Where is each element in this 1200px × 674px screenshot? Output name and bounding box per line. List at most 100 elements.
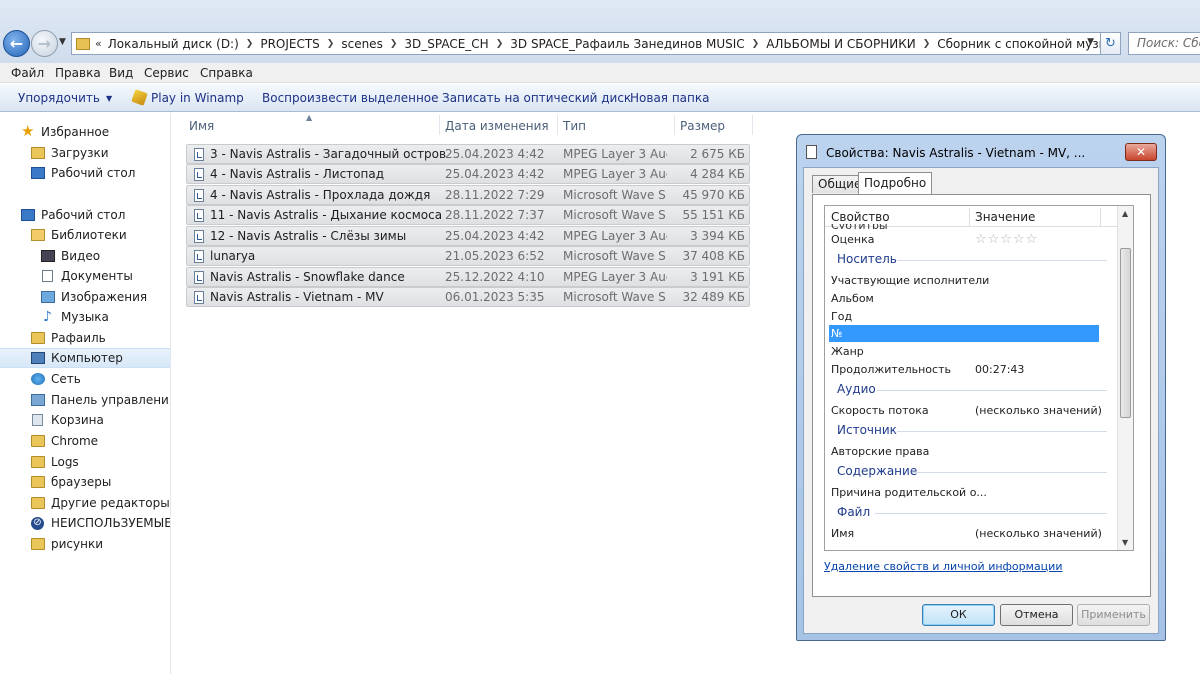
chevron-right-icon[interactable]: ❯ (923, 39, 931, 49)
property-row-rating[interactable]: Оценка ☆☆☆☆☆ (825, 231, 1119, 248)
nav-documents[interactable]: Документы (0, 266, 170, 286)
nav-libraries[interactable]: Библиотеки (0, 225, 170, 245)
breadcrumb-3d-space-ch[interactable]: 3D_SPACE_CH (404, 37, 488, 51)
property-row-copyright[interactable]: Авторские права (825, 443, 1119, 460)
property-row-year[interactable]: Год (825, 308, 1119, 325)
chevron-right-icon[interactable]: ❯ (327, 39, 335, 49)
chevron-right-icon[interactable]: ❯ (752, 39, 760, 49)
cancel-button[interactable]: Отмена (1000, 604, 1073, 626)
command-bar: Упорядочить ▼ Play in Winamp Воспроизвест… (0, 84, 1200, 112)
nav-desktop[interactable]: Рабочий стол (0, 205, 170, 225)
nav-recycle-bin[interactable]: Корзина (0, 410, 170, 430)
burn-disc-button[interactable]: Записать на оптический диск (442, 91, 631, 105)
back-button[interactable]: ← (3, 30, 30, 57)
address-dropdown-icon[interactable]: ▼ (1087, 37, 1094, 47)
column-value[interactable]: Значение (975, 210, 1035, 224)
nav-computer[interactable]: Компьютер (0, 348, 170, 368)
apply-button[interactable]: Применить (1077, 604, 1150, 626)
nav-browsers[interactable]: браузеры (0, 472, 170, 492)
column-name[interactable]: Имя (189, 119, 214, 133)
column-divider[interactable] (439, 115, 440, 135)
nav-video[interactable]: Видео (0, 246, 170, 266)
property-row-genre[interactable]: Жанр (825, 343, 1119, 360)
menu-tools[interactable]: Сервис (144, 66, 189, 80)
file-row[interactable]: Navis Astralis - Vietnam - MV 06.01.2023 … (186, 287, 750, 307)
play-selected-button[interactable]: Воспроизвести выделенное (262, 91, 439, 105)
breadcrumb-albums[interactable]: АЛЬБОМЫ И СБОРНИКИ (766, 37, 915, 51)
search-input[interactable]: Поиск: Сборн (1128, 32, 1200, 55)
arrow-left-icon: ← (9, 34, 24, 53)
nav-network[interactable]: Сеть (0, 369, 170, 389)
nav-downloads[interactable]: Загрузки (0, 143, 170, 163)
forward-button[interactable]: → (31, 30, 58, 57)
column-size[interactable]: Размер (680, 119, 725, 133)
scrollbar-thumb[interactable] (1120, 248, 1131, 418)
menu-help[interactable]: Справка (200, 66, 253, 80)
column-divider[interactable] (557, 115, 558, 135)
file-row[interactable]: 11 - Navis Astralis - Дыхание космоса 28.… (186, 205, 750, 225)
rating-stars[interactable]: ☆☆☆☆☆ (975, 231, 1038, 248)
file-row[interactable]: 4 - Navis Astralis - Листопад 25.04.2023 … (186, 164, 750, 184)
nav-favorites[interactable]: ★ Избранное (0, 122, 170, 142)
column-divider[interactable] (1100, 208, 1101, 226)
tab-details[interactable]: Подробно (858, 172, 933, 195)
recent-pages-dropdown[interactable]: ▼ (59, 37, 66, 47)
ok-button[interactable]: ОК (922, 604, 995, 626)
column-type[interactable]: Тип (563, 119, 586, 133)
property-row-parental-rating-reason[interactable]: Причина родительской о... (825, 484, 1119, 501)
breadcrumb-drive[interactable]: Локальный диск (D:) (108, 37, 239, 51)
column-date[interactable]: Дата изменения (445, 119, 549, 133)
property-row-album[interactable]: Альбом (825, 290, 1119, 307)
menu-view[interactable]: Вид (109, 66, 133, 80)
nav-chrome[interactable]: Chrome (0, 431, 170, 451)
file-row[interactable]: 3 - Navis Astralis - Загадочный остров 25… (186, 144, 750, 164)
breadcrumb-current-folder[interactable]: Сборник с спокойной музыкой (937, 37, 1100, 51)
nav-logs[interactable]: Logs (0, 452, 170, 472)
breadcrumb-projects[interactable]: PROJECTS (260, 37, 319, 51)
nav-label: Рабочий стол (51, 166, 136, 180)
nav-other-editors[interactable]: Другие редакторы гра (0, 493, 170, 513)
nav-images[interactable]: Изображения (0, 287, 170, 307)
property-row-bitrate[interactable]: Скорость потока (несколько значений) (825, 402, 1119, 419)
menu-file[interactable]: Файл (11, 66, 44, 80)
property-row-artists[interactable]: Участвующие исполнители (825, 272, 1119, 289)
nav-control-panel[interactable]: Панель управления (0, 390, 170, 410)
chevron-right-icon[interactable]: ❯ (496, 39, 504, 49)
play-in-winamp-button[interactable]: Play in Winamp (131, 89, 244, 106)
property-row-track-number[interactable]: № (829, 325, 1099, 342)
file-name: 4 - Navis Astralis - Листопад (210, 167, 385, 181)
nav-label: Изображения (61, 290, 148, 304)
close-button[interactable]: ✕ (1125, 143, 1157, 161)
breadcrumb-scenes[interactable]: scenes (341, 37, 382, 51)
column-divider[interactable] (752, 115, 753, 135)
new-folder-button[interactable]: Новая папка (630, 91, 709, 105)
column-divider[interactable] (674, 115, 675, 135)
property-row-filename[interactable]: Имя (несколько значений) (825, 525, 1119, 542)
refresh-button[interactable]: ↻ (1101, 32, 1121, 55)
chevron-right-icon[interactable]: ❯ (390, 39, 398, 49)
property-row-duration[interactable]: Продолжительность 00:27:43 (825, 361, 1119, 378)
file-row[interactable]: Navis Astralis - Snowflake dance 25.12.20… (186, 267, 750, 287)
chevron-right-icon[interactable]: ❯ (246, 39, 254, 49)
column-divider[interactable] (969, 208, 970, 226)
file-name: 4 - Navis Astralis - Прохлада дождя (210, 188, 431, 202)
breadcrumb-3d-space-music[interactable]: 3D SPACE_Рафаиль Занединов MUSIC (510, 37, 744, 51)
scroll-up-icon[interactable]: ▲ (1122, 209, 1128, 218)
breadcrumb-overflow[interactable]: « (95, 37, 102, 50)
file-row[interactable]: 4 - Navis Astralis - Прохлада дождя 28.11… (186, 185, 750, 205)
file-row[interactable]: lunarya 21.05.2023 6:52 Microsoft Wave S..… (186, 246, 750, 266)
nav-label: НЕИСПОЛЬЗУЕМЫЕ ЯР. (51, 516, 171, 530)
nav-drawings[interactable]: рисунки (0, 534, 170, 554)
nav-unused[interactable]: ⊘ НЕИСПОЛЬЗУЕМЫЕ ЯР. (0, 513, 171, 533)
nav-desktop-favorite[interactable]: Рабочий стол (0, 163, 170, 183)
file-row[interactable]: 12 - Navis Astralis - Слёзы зимы 25.04.20… (186, 226, 750, 246)
menu-edit[interactable]: Правка (55, 66, 101, 80)
organize-button[interactable]: Упорядочить ▼ (18, 91, 112, 105)
column-property[interactable]: Свойство (831, 210, 890, 224)
nav-rafail[interactable]: Рафаиль (0, 328, 170, 348)
scroll-down-icon[interactable]: ▼ (1122, 538, 1128, 547)
nav-music[interactable]: ♪ Музыка (0, 307, 170, 327)
address-bar[interactable]: « Локальный диск (D:) ❯ PROJECTS ❯ scenes ❯… (71, 32, 1101, 55)
property-list-scrollbar[interactable]: ▲ ▼ (1117, 206, 1133, 550)
remove-properties-link[interactable]: Удаление свойств и личной информации (824, 560, 1062, 573)
